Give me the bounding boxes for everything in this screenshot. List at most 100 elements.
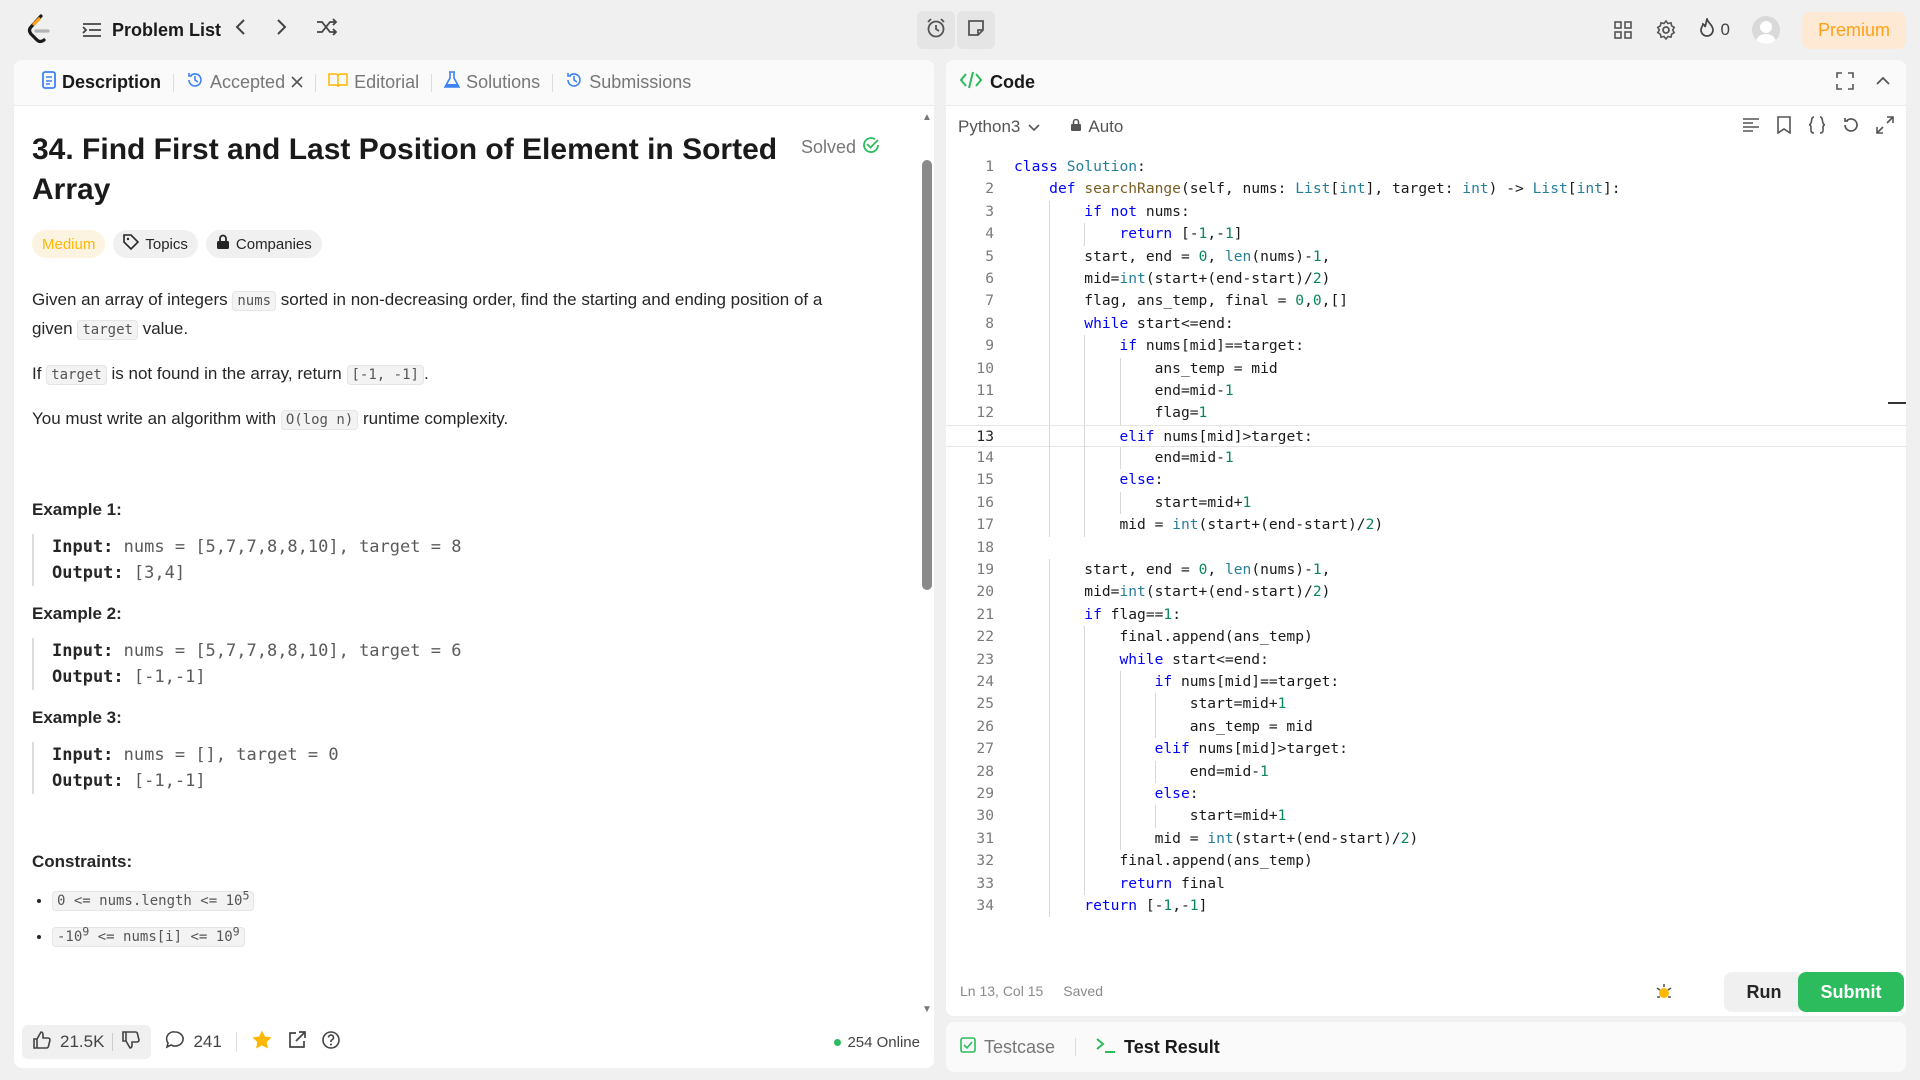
code-line[interactable]: 34 return [-1,-1] (946, 894, 1906, 918)
prev-problem-button[interactable] (234, 16, 262, 44)
bookmark-icon[interactable] (1776, 116, 1792, 139)
code-line[interactable]: 28 end=mid-1 (946, 760, 1906, 783)
code-line[interactable]: 30 start=mid+1 (946, 805, 1906, 828)
star-icon[interactable] (251, 1029, 273, 1056)
topics-button[interactable]: Topics (113, 230, 198, 258)
code-line[interactable]: 3 if not nums: (946, 200, 1906, 224)
code-line[interactable]: 25 start=mid+1 (946, 693, 1906, 716)
code-line[interactable]: 18 (946, 537, 1906, 559)
code-line[interactable]: 6 mid=int(start+(end-start)/2) (946, 267, 1906, 291)
code-line[interactable]: 13 elif nums[mid]>target: (946, 424, 1906, 449)
text: given (32, 319, 73, 338)
tab-solutions[interactable]: Solutions (432, 60, 552, 106)
reset-icon[interactable] (1842, 116, 1860, 139)
terminal-icon (1096, 1036, 1116, 1059)
problem-list-button[interactable]: Problem List (82, 16, 221, 44)
leetcode-logo-icon[interactable] (26, 14, 52, 44)
share-icon[interactable] (287, 1030, 307, 1055)
format-icon[interactable] (1742, 116, 1760, 139)
page-title[interactable]: 34. Find First and Last Position of Elem… (32, 130, 792, 210)
code-line[interactable]: 12 flag=1 (946, 402, 1906, 425)
code-line[interactable]: 7 flag, ans_temp, final = 0,0,[] (946, 290, 1906, 313)
random-problem-button[interactable] (316, 16, 344, 44)
code-editor[interactable]: 1 class Solution: 2 def searchRange(self, … (946, 156, 1906, 986)
fullscreen-icon[interactable] (1836, 72, 1854, 95)
timer-button[interactable] (917, 11, 955, 49)
badge-row: Medium Topics Companies (32, 230, 902, 258)
code-line[interactable]: 26 ans_temp = mid (946, 715, 1906, 739)
debug-icon[interactable] (1654, 982, 1674, 1005)
code-line[interactable]: 15 else: (946, 469, 1906, 492)
code-line[interactable]: 31 mid = int(start+(end-start)/2) (946, 827, 1906, 851)
chevron-up-icon[interactable] (1874, 72, 1892, 95)
code-line[interactable]: 8 while start<=end: (946, 312, 1906, 336)
code-line[interactable]: 29 else: (946, 782, 1906, 806)
difficulty-badge: Medium (32, 230, 106, 258)
next-problem-button[interactable] (276, 16, 304, 44)
code-line[interactable]: 27 elif nums[mid]>target: (946, 738, 1906, 761)
scroll-marker (1888, 402, 1906, 404)
premium-button[interactable]: Premium (1801, 11, 1906, 49)
line-number: 5 (985, 247, 994, 265)
scroll-down-arrow[interactable]: ▼ (922, 1004, 932, 1015)
notes-button[interactable] (957, 11, 995, 49)
avatar[interactable] (1751, 16, 1780, 44)
tab-testcase[interactable]: Testcase (960, 1037, 1055, 1058)
tab-submissions[interactable]: Submissions (553, 60, 703, 106)
code-text: if flag==1: (1084, 605, 1182, 623)
code-line[interactable]: 17 mid = int(start+(end-start)/2) (946, 514, 1906, 537)
tab-editorial[interactable]: Editorial (316, 60, 431, 106)
code-line[interactable]: 2 def searchRange(self, nums: List[int],… (946, 178, 1906, 200)
line-number: 3 (985, 202, 994, 220)
scrollbar[interactable] (922, 160, 932, 590)
text: value. (142, 319, 189, 338)
code-line[interactable]: 20 mid=int(start+(end-start)/2) (946, 581, 1906, 604)
code-icon (959, 71, 983, 94)
code-line[interactable]: 14 end=mid-1 (946, 447, 1906, 470)
text: is not found in the array, return (111, 364, 342, 383)
code-line[interactable]: 1 class Solution: (946, 156, 1906, 178)
braces-icon[interactable] (1808, 116, 1826, 139)
code-text: if nums[mid]==target: (1154, 672, 1340, 690)
submit-button[interactable]: Submit (1798, 972, 1904, 1012)
code-line[interactable]: 4 return [-1,-1] (946, 223, 1906, 246)
code-line[interactable]: 21 if flag==1: (946, 603, 1906, 627)
solved-label: Solved (800, 137, 856, 157)
run-button[interactable]: Run (1724, 972, 1804, 1012)
comments-button[interactable]: 241 (165, 1030, 222, 1055)
code-line[interactable]: 24 if nums[mid]==target: (946, 670, 1906, 694)
code-line[interactable]: 5 start, end = 0, len(nums)-1, (946, 245, 1906, 268)
line-number: 34 (976, 896, 994, 914)
code-line[interactable]: 16 start=mid+1 (946, 491, 1906, 515)
streak-counter[interactable]: 0 (1699, 15, 1730, 43)
close-icon[interactable] (291, 72, 303, 93)
code-line[interactable]: 11 end=mid-1 (946, 379, 1906, 403)
thumbs-down-icon[interactable] (121, 1030, 141, 1055)
constraint-text: -10 (57, 929, 83, 946)
code-line[interactable]: 23 while start<=end: (946, 648, 1906, 671)
auto-mode[interactable]: Auto (1070, 117, 1123, 137)
tab-description[interactable]: Description (30, 60, 173, 106)
tab-accepted[interactable]: Accepted (174, 60, 315, 106)
companies-button[interactable]: Companies (205, 230, 322, 258)
gear-icon[interactable] (1655, 19, 1677, 41)
tab-test-result[interactable]: Test Result (1096, 1036, 1220, 1059)
language-select[interactable]: Python3 (958, 117, 1040, 137)
line-number: 17 (976, 516, 994, 534)
code-line[interactable]: 33 return final (946, 872, 1906, 895)
title-row: 34. Find First and Last Position of Elem… (32, 130, 902, 210)
thumbs-up-icon[interactable] (32, 1030, 52, 1055)
constraint-text: <= nums[i] <= 10 (89, 929, 233, 946)
line-number: 14 (976, 449, 994, 467)
scroll-up-arrow[interactable]: ▲ (922, 112, 932, 123)
code-line[interactable]: 19 start, end = 0, len(nums)-1, (946, 559, 1906, 582)
layout-grid-icon[interactable] (1613, 20, 1633, 40)
code-line[interactable]: 10 ans_temp = mid (946, 357, 1906, 380)
code-line[interactable]: 32 final.append(ans_temp) (946, 850, 1906, 873)
code-line[interactable]: 9 if nums[mid]==target: (946, 335, 1906, 358)
help-icon[interactable] (321, 1030, 341, 1055)
like-dislike-group: 21.5K (22, 1025, 152, 1059)
expand-icon[interactable] (1876, 116, 1894, 139)
code-text: start=mid+1 (1189, 695, 1287, 713)
code-line[interactable]: 22 final.append(ans_temp) (946, 626, 1906, 649)
